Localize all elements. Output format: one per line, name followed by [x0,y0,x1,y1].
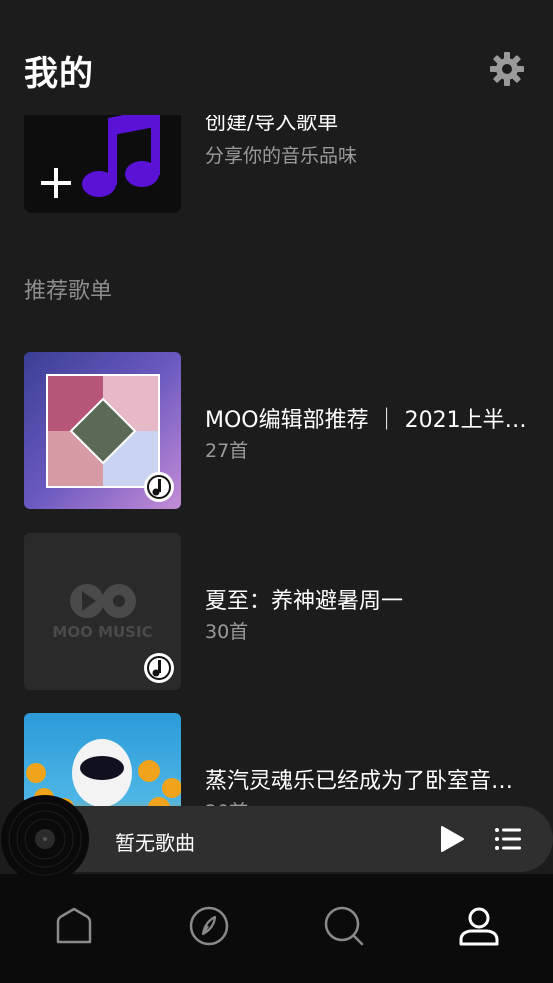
gear-icon[interactable] [489,51,525,87]
mini-player[interactable]: 暂无歌曲 [0,795,553,883]
profile-icon[interactable] [457,904,501,948]
playlist-queue-icon[interactable] [494,826,522,852]
bottom-tab-bar [0,874,553,983]
playlist-title: MOO编辑部推荐 ｜ 2021上半年华语新歌 [205,408,529,433]
home-icon[interactable] [52,904,96,948]
plus-icon-v [54,168,58,198]
search-icon[interactable] [322,904,366,948]
playlist-title: 夏至：养神避暑周一 [205,589,404,614]
page-title: 我的 [24,54,94,94]
discover-icon[interactable] [187,904,231,948]
playlist-count: 30首 [205,621,249,643]
vinyl-record-icon[interactable] [0,794,90,884]
mini-player-bar[interactable] [24,806,553,872]
playlist-badge-icon [144,472,174,502]
cover-text: MOO MUSIC [52,623,153,641]
play-icon[interactable] [439,825,465,853]
playlist-badge-icon [144,653,174,683]
playlist-item[interactable]: MOO编辑部推荐 ｜ 2021上半年华语新歌 27首 [24,352,529,509]
section-title: 推荐歌单 [24,279,113,304]
playlist-cover: MOO MUSIC [24,533,181,690]
create-playlist-subtitle: 分享你的音乐品味 [205,145,358,167]
playlist-cover [24,352,181,509]
header: 我的 [0,0,553,115]
playlist-title: 蒸汽灵魂乐已经成为了卧室音乐新宠 [205,769,529,794]
playlist-item[interactable]: MOO MUSIC 夏至：养神避暑周一 30首 [24,533,529,690]
playlist-count: 27首 [205,440,249,462]
now-playing-text: 暂无歌曲 [115,831,195,855]
